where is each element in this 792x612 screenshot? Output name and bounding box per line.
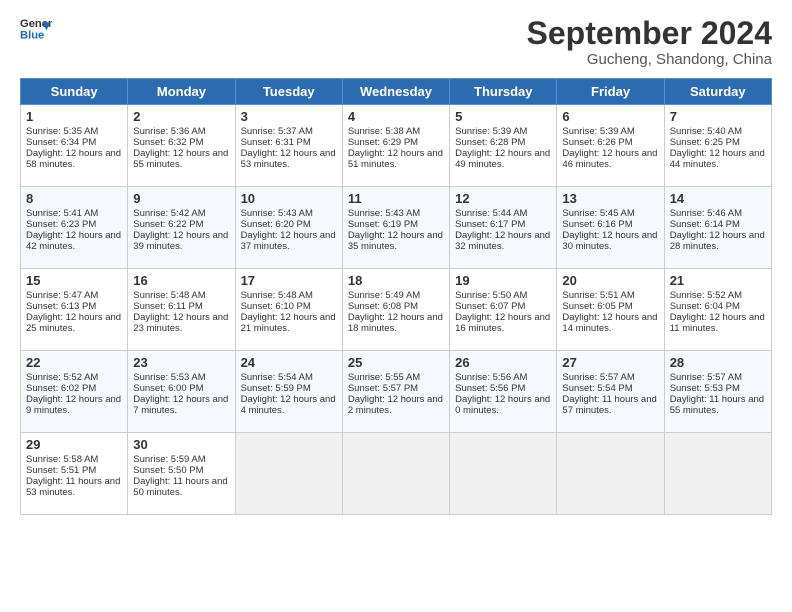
col-monday: Monday <box>128 79 235 105</box>
calendar-week-2: 8 Sunrise: 5:41 AM Sunset: 6:23 PM Dayli… <box>21 187 772 269</box>
table-row: 26 Sunrise: 5:56 AM Sunset: 5:56 PM Dayl… <box>450 351 557 433</box>
col-thursday: Thursday <box>450 79 557 105</box>
header-row: Sunday Monday Tuesday Wednesday Thursday… <box>21 79 772 105</box>
calendar-page: General Blue September 2024 Gucheng, Sha… <box>0 0 792 612</box>
empty-cell <box>557 433 664 515</box>
svg-text:Blue: Blue <box>20 29 44 41</box>
table-row: 1 Sunrise: 5:35 AM Sunset: 6:34 PM Dayli… <box>21 105 128 187</box>
col-sunday: Sunday <box>21 79 128 105</box>
table-row: 7 Sunrise: 5:40 AM Sunset: 6:25 PM Dayli… <box>664 105 771 187</box>
table-row: 16 Sunrise: 5:48 AM Sunset: 6:11 PM Dayl… <box>128 269 235 351</box>
table-row: 22 Sunrise: 5:52 AM Sunset: 6:02 PM Dayl… <box>21 351 128 433</box>
calendar-week-4: 22 Sunrise: 5:52 AM Sunset: 6:02 PM Dayl… <box>21 351 772 433</box>
table-row: 5 Sunrise: 5:39 AM Sunset: 6:28 PM Dayli… <box>450 105 557 187</box>
col-wednesday: Wednesday <box>342 79 449 105</box>
table-row: 19 Sunrise: 5:50 AM Sunset: 6:07 PM Dayl… <box>450 269 557 351</box>
table-row: 12 Sunrise: 5:44 AM Sunset: 6:17 PM Dayl… <box>450 187 557 269</box>
page-header: General Blue September 2024 Gucheng, Sha… <box>20 16 772 68</box>
table-row: 29 Sunrise: 5:58 AM Sunset: 5:51 PM Dayl… <box>21 433 128 515</box>
table-row: 14 Sunrise: 5:46 AM Sunset: 6:14 PM Dayl… <box>664 187 771 269</box>
table-row: 4 Sunrise: 5:38 AM Sunset: 6:29 PM Dayli… <box>342 105 449 187</box>
empty-cell <box>342 433 449 515</box>
calendar-week-1: 1 Sunrise: 5:35 AM Sunset: 6:34 PM Dayli… <box>21 105 772 187</box>
table-row: 25 Sunrise: 5:55 AM Sunset: 5:57 PM Dayl… <box>342 351 449 433</box>
table-row: 10 Sunrise: 5:43 AM Sunset: 6:20 PM Dayl… <box>235 187 342 269</box>
table-row: 27 Sunrise: 5:57 AM Sunset: 5:54 PM Dayl… <box>557 351 664 433</box>
table-row: 13 Sunrise: 5:45 AM Sunset: 6:16 PM Dayl… <box>557 187 664 269</box>
table-row: 6 Sunrise: 5:39 AM Sunset: 6:26 PM Dayli… <box>557 105 664 187</box>
empty-cell <box>235 433 342 515</box>
month-title: September 2024 <box>527 16 772 51</box>
table-row: 9 Sunrise: 5:42 AM Sunset: 6:22 PM Dayli… <box>128 187 235 269</box>
title-area: September 2024 Gucheng, Shandong, China <box>527 16 772 68</box>
empty-cell <box>664 433 771 515</box>
table-row: 18 Sunrise: 5:49 AM Sunset: 6:08 PM Dayl… <box>342 269 449 351</box>
table-row: 24 Sunrise: 5:54 AM Sunset: 5:59 PM Dayl… <box>235 351 342 433</box>
col-saturday: Saturday <box>664 79 771 105</box>
col-friday: Friday <box>557 79 664 105</box>
table-row: 17 Sunrise: 5:48 AM Sunset: 6:10 PM Dayl… <box>235 269 342 351</box>
table-row: 23 Sunrise: 5:53 AM Sunset: 6:00 PM Dayl… <box>128 351 235 433</box>
table-row: 28 Sunrise: 5:57 AM Sunset: 5:53 PM Dayl… <box>664 351 771 433</box>
logo-icon: General Blue <box>20 16 52 44</box>
table-row: 21 Sunrise: 5:52 AM Sunset: 6:04 PM Dayl… <box>664 269 771 351</box>
col-tuesday: Tuesday <box>235 79 342 105</box>
calendar-week-5: 29 Sunrise: 5:58 AM Sunset: 5:51 PM Dayl… <box>21 433 772 515</box>
table-row: 11 Sunrise: 5:43 AM Sunset: 6:19 PM Dayl… <box>342 187 449 269</box>
calendar-table: Sunday Monday Tuesday Wednesday Thursday… <box>20 78 772 515</box>
calendar-week-3: 15 Sunrise: 5:47 AM Sunset: 6:13 PM Dayl… <box>21 269 772 351</box>
table-row: 20 Sunrise: 5:51 AM Sunset: 6:05 PM Dayl… <box>557 269 664 351</box>
table-row: 30 Sunrise: 5:59 AM Sunset: 5:50 PM Dayl… <box>128 433 235 515</box>
location: Gucheng, Shandong, China <box>527 51 772 68</box>
empty-cell <box>450 433 557 515</box>
table-row: 8 Sunrise: 5:41 AM Sunset: 6:23 PM Dayli… <box>21 187 128 269</box>
logo: General Blue <box>20 16 52 44</box>
table-row: 15 Sunrise: 5:47 AM Sunset: 6:13 PM Dayl… <box>21 269 128 351</box>
table-row: 2 Sunrise: 5:36 AM Sunset: 6:32 PM Dayli… <box>128 105 235 187</box>
table-row: 3 Sunrise: 5:37 AM Sunset: 6:31 PM Dayli… <box>235 105 342 187</box>
